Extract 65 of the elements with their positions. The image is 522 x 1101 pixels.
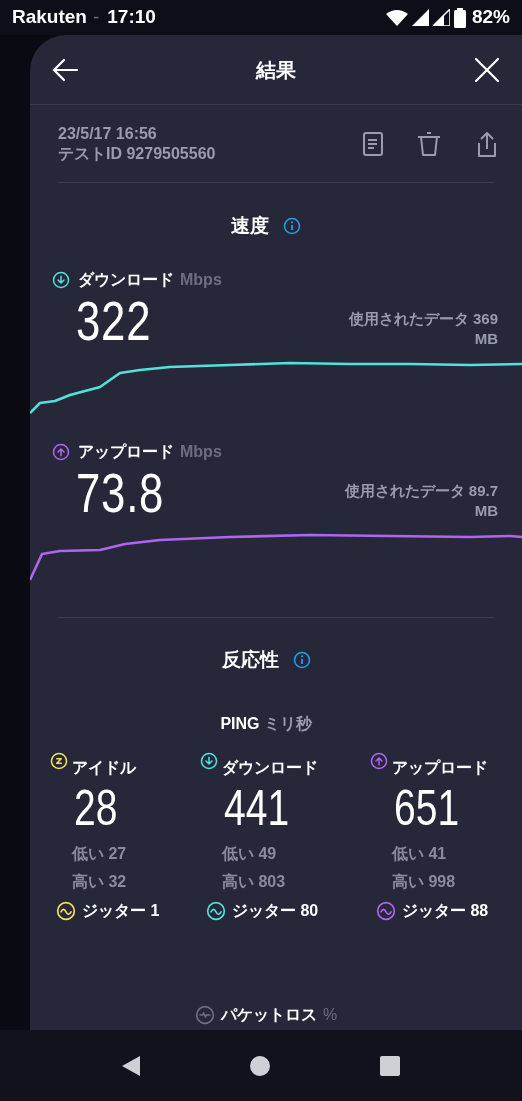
speed-value: 322 — [76, 292, 152, 349]
section-heading: 反応性 — [221, 647, 279, 672]
battery-percent: 82% — [471, 5, 510, 30]
speed-unit: Mbps — [180, 441, 222, 462]
jitter-value: ジッター 88 — [402, 901, 489, 921]
down-arrow-circle-icon — [52, 270, 70, 289]
ping-column-label: ダウンロード — [222, 758, 318, 778]
wave-circle-icon — [194, 1005, 215, 1025]
separator: - — [92, 5, 100, 30]
speed-label: アップロード — [78, 441, 174, 462]
trash-icon — [416, 130, 442, 157]
info-icon[interactable] — [292, 650, 311, 669]
signal-icon — [432, 9, 450, 26]
back-arrow-icon — [51, 57, 79, 82]
ping-value: 441 — [224, 782, 291, 834]
speed-value: 73.8 — [76, 464, 165, 521]
up-arrow-circle-icon — [52, 442, 70, 461]
status-time: 17:10 — [107, 5, 156, 30]
wave-circle-icon — [206, 901, 226, 921]
page-title: 結果 — [254, 57, 297, 83]
speed-unit: Mbps — [180, 269, 222, 290]
ping-high: 高い 998 — [392, 872, 457, 892]
info-icon[interactable] — [283, 217, 301, 236]
ping-low: 低い 41 — [392, 844, 448, 864]
ping-column-label: アップロード — [392, 758, 488, 778]
triangle-icon — [121, 1054, 141, 1077]
packet-loss-label: パケットロス — [220, 1005, 317, 1025]
test-id: テストID 9279505560 — [58, 143, 216, 164]
back-nav-button[interactable] — [121, 1054, 141, 1077]
data-used-label: 使用されたデータ 369 — [348, 308, 498, 329]
recents-nav-button[interactable] — [379, 1054, 401, 1077]
zigzag-circle-icon — [50, 752, 68, 770]
home-nav-button[interactable] — [249, 1054, 271, 1077]
data-used-unit: MB — [474, 500, 498, 521]
signal-icon — [411, 9, 429, 26]
ping-column-label: アイドル — [72, 758, 136, 778]
ping-high: 高い 803 — [222, 872, 287, 892]
close-icon — [474, 56, 500, 83]
document-icon — [362, 130, 384, 157]
ping-low: 低い 49 — [222, 844, 278, 864]
square-icon — [379, 1054, 401, 1077]
details-button[interactable] — [362, 130, 384, 157]
test-date: 23/5/17 16:56 — [58, 123, 158, 144]
ping-value: 28 — [74, 782, 119, 834]
ping-value: 651 — [394, 782, 461, 834]
battery-icon — [453, 7, 466, 28]
jitter-value: ジッター 1 — [82, 901, 160, 921]
ping-unit: ミリ秒 — [263, 714, 312, 734]
data-used-label: 使用されたデータ 89.7 — [344, 480, 498, 501]
ping-low: 低い 27 — [72, 844, 128, 864]
carrier-name: Rakuten — [12, 5, 87, 30]
wifi-icon — [385, 9, 408, 26]
ping-label: PING — [220, 714, 260, 734]
up-arrow-circle-icon — [370, 752, 388, 770]
data-used-unit: MB — [474, 328, 498, 349]
delete-button[interactable] — [416, 130, 442, 157]
packet-loss-unit: % — [322, 1005, 338, 1025]
section-heading: 速度 — [231, 214, 269, 238]
jitter-value: ジッター 80 — [232, 901, 319, 921]
wave-circle-icon — [56, 901, 76, 921]
ping-high: 高い 32 — [72, 872, 128, 892]
wave-circle-icon — [376, 901, 396, 921]
speed-label: ダウンロード — [78, 269, 174, 290]
down-arrow-circle-icon — [200, 752, 218, 770]
circle-icon — [249, 1054, 271, 1077]
